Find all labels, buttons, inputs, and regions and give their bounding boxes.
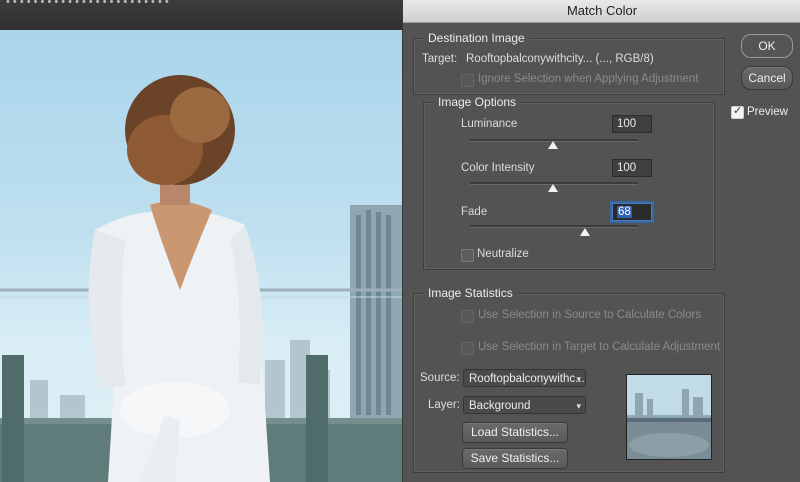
color-intensity-label: Color Intensity xyxy=(461,162,535,174)
luminance-input[interactable]: 100 xyxy=(612,115,652,133)
chevron-down-icon: ▾ xyxy=(576,401,581,411)
ignore-selection-label: Ignore Selection when Applying Adjustmen… xyxy=(478,73,699,85)
use-selection-target-checkbox[interactable] xyxy=(461,342,474,355)
target-value: Rooftopbalconywithcity... (..., RGB/8) xyxy=(466,53,654,65)
image-statistics-group: Image Statistics Use Selection in Source… xyxy=(413,286,725,473)
layer-select[interactable]: Background ▾ xyxy=(463,396,586,414)
destination-image-legend: Destination Image xyxy=(424,31,529,45)
dialog-title: Match Color xyxy=(566,3,638,18)
source-select[interactable]: Rooftopbalconywithc... ▾ xyxy=(463,369,586,387)
ignore-selection-checkbox[interactable] xyxy=(461,74,474,87)
luminance-label: Luminance xyxy=(461,118,518,130)
source-thumbnail xyxy=(626,374,712,460)
destination-image-group: Destination Image Target: Rooftopbalcony… xyxy=(413,31,725,95)
color-intensity-input[interactable]: 100 xyxy=(612,159,652,177)
neutralize-label: Neutralize xyxy=(477,248,529,260)
cancel-button[interactable]: Cancel xyxy=(741,66,793,90)
save-statistics-button[interactable]: Save Statistics... xyxy=(462,448,568,469)
use-selection-source-checkbox[interactable] xyxy=(461,310,474,323)
ok-button[interactable]: OK xyxy=(741,34,793,58)
load-statistics-button[interactable]: Load Statistics... xyxy=(462,422,568,443)
dialog-titlebar: Match Color xyxy=(403,0,800,23)
fade-input[interactable]: 68 xyxy=(612,203,652,221)
layer-label: Layer: xyxy=(428,399,460,411)
image-options-legend: Image Options xyxy=(434,95,521,109)
thumbnail-scene xyxy=(627,375,711,459)
image-options-group: Image Options Luminance 100 Color Intens… xyxy=(423,95,715,270)
fade-value: 68 xyxy=(617,206,632,218)
photo-scene xyxy=(0,75,402,482)
image-statistics-legend: Image Statistics xyxy=(424,286,517,300)
target-label: Target: xyxy=(422,53,458,65)
fade-slider-thumb[interactable] xyxy=(580,228,590,236)
source-select-value: Rooftopbalconywithc... xyxy=(469,373,585,385)
match-color-dialog: Match Color Destination Image Target: Ro… xyxy=(402,0,800,482)
fade-slider-track[interactable] xyxy=(470,225,638,228)
chevron-down-icon: ▾ xyxy=(576,374,581,384)
use-selection-source-label: Use Selection in Source to Calculate Col… xyxy=(478,309,702,321)
luminance-slider-thumb[interactable] xyxy=(548,141,558,149)
canvas-photo: • • • • • • • • • • • • • • • • • • • • … xyxy=(0,0,402,482)
layer-select-value: Background xyxy=(469,400,531,412)
neutralize-checkbox[interactable] xyxy=(461,249,474,262)
color-intensity-slider-thumb[interactable] xyxy=(548,184,558,192)
source-label: Source: xyxy=(420,372,460,384)
preview-label: Preview xyxy=(747,106,788,118)
fade-label: Fade xyxy=(461,206,488,218)
use-selection-target-label: Use Selection in Target to Calculate Adj… xyxy=(478,341,721,353)
preview-checkbox[interactable] xyxy=(731,104,744,119)
